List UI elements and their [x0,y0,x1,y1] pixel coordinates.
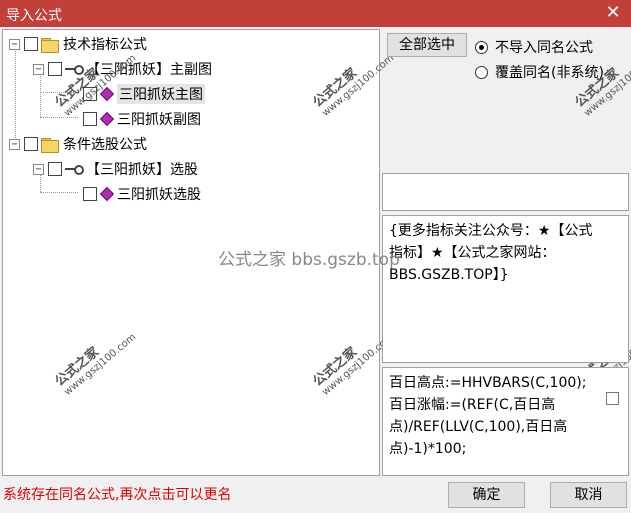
radio-skip-duplicates[interactable]: 不导入同名公式 [475,37,593,57]
radio-label: 覆盖同名(非系统) [495,65,604,81]
code-checkbox[interactable] [606,392,619,405]
collapse-icon[interactable]: − [9,38,20,50]
checkbox[interactable] [83,187,97,201]
radio-button[interactable] [475,65,488,79]
checkbox[interactable] [24,37,38,51]
radio-button[interactable] [475,40,488,54]
tree-group-screener[interactable]: − 条件选股公式 [9,133,147,155]
folder-icon [41,137,59,153]
tree-leaf-label: 三阳抓妖选股 [117,187,201,203]
tree-leaf-screener[interactable]: 三阳抓妖选股 [79,183,201,205]
formula-icon [99,186,115,202]
checkbox[interactable] [48,162,62,176]
title-bar: 导入公式 ✕ [0,0,631,27]
folder-icon [41,37,59,53]
key-icon [65,164,84,175]
tree-connector [40,192,78,193]
window-title: 导入公式 [6,8,62,24]
collapse-icon[interactable]: − [9,138,20,150]
tree-connector [40,117,78,118]
close-icon[interactable]: ✕ [603,2,623,24]
checkbox[interactable] [83,112,97,126]
radio-overwrite[interactable]: 覆盖同名(非系统) [475,62,604,82]
formula-code: 百日高点:=HHVBARS(C,100); 百日涨幅:=(REF(C,百日高点)… [389,375,587,457]
watermark-text: 公式之家 bbs.gszb.top [218,250,400,270]
select-all-button[interactable]: 全部选中 [387,33,467,57]
collapse-icon[interactable]: − [33,163,44,175]
radio-label: 不导入同名公式 [495,40,593,56]
description-box: {更多指标关注公众号：★【公式指标】★【公式之家网站：BBS.GSZB.TOP】… [382,215,629,363]
cancel-button[interactable]: 取消 [550,482,627,508]
tree-group-label: 条件选股公式 [63,137,147,153]
tree-connector [15,46,16,144]
status-message: 系统存在同名公式,再次点击可以更名 [3,487,232,503]
collapse-icon[interactable]: − [33,63,44,75]
tree-node-screener[interactable]: − 【三阳抓妖】选股 [33,158,198,180]
formula-icon [99,111,115,127]
ok-button[interactable]: 确定 [448,482,525,508]
description-text: {更多指标关注公众号：★【公式指标】★【公式之家网站：BBS.GSZB.TOP】… [389,223,593,283]
checkbox[interactable] [24,137,38,151]
tree-leaf-label: 三阳抓妖主图 [117,84,205,104]
tree-node-label: 【三阳抓妖】选股 [86,162,198,178]
checkbox[interactable] [48,62,62,76]
info-box [382,173,629,211]
tree-leaf-sub-chart[interactable]: 三阳抓妖副图 [79,108,201,130]
tree-leaf-label: 三阳抓妖副图 [117,112,201,128]
code-box: 百日高点:=HHVBARS(C,100); 百日涨幅:=(REF(C,百日高点)… [382,367,629,476]
